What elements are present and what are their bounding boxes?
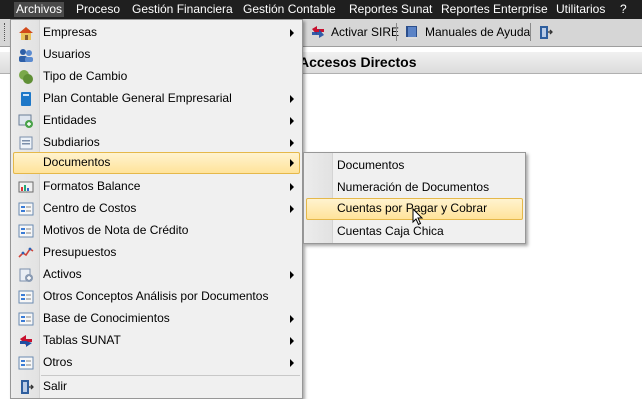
- menu-gestion-contable[interactable]: Gestión Contable: [241, 2, 338, 17]
- assets-icon: [19, 268, 33, 282]
- menu-item-centro-de-costos[interactable]: Centro de Costos: [13, 198, 300, 219]
- submenu-arrow-icon: [290, 183, 294, 191]
- currency-icon: [19, 70, 33, 84]
- submenu-arrow-icon: [290, 29, 294, 37]
- toolbar-separator: [530, 23, 531, 41]
- submenu-item-numeracion-documentos[interactable]: Numeración de Documentos: [306, 177, 523, 198]
- toolbar-grip[interactable]: [4, 23, 8, 41]
- activar-sire-button[interactable]: Activar SIRE: [310, 21, 399, 43]
- menu-item-otros[interactable]: Otros: [13, 352, 300, 373]
- submenu-arrow-icon: [290, 337, 294, 345]
- balance-icon: [18, 181, 34, 193]
- mouse-cursor-icon: [412, 208, 424, 226]
- submenu-arrow-icon: [290, 117, 294, 125]
- menu-archivos[interactable]: Archivos: [14, 2, 65, 17]
- menu-item-documentos[interactable]: Documentos: [13, 152, 300, 174]
- submenu-arrow-icon: [290, 139, 294, 147]
- door-exit-icon: [540, 25, 553, 39]
- form-icon: [18, 312, 34, 326]
- menu-item-formatos-balance[interactable]: Formatos Balance: [13, 176, 300, 197]
- menu-item-entidades[interactable]: Entidades: [13, 110, 300, 131]
- submenu-arrow-icon: [290, 95, 294, 103]
- menu-item-motivos-nota-credito[interactable]: Motivos de Nota de Crédito: [13, 220, 300, 241]
- archivos-menu: Empresas Usuarios Tipo de Cambio Plan Co…: [10, 19, 303, 399]
- submenu-arrow-icon: [290, 359, 294, 367]
- documentos-submenu: Documentos Numeración de Documentos Cuen…: [303, 152, 526, 244]
- submenu-arrow-icon: [290, 271, 294, 279]
- book-icon: [21, 92, 31, 106]
- submenu-arrow-icon: [290, 159, 294, 167]
- menu-item-salir[interactable]: Salir: [13, 376, 300, 397]
- menu-utilitarios[interactable]: Utilitarios: [554, 2, 607, 17]
- menu-item-usuarios[interactable]: Usuarios: [13, 44, 300, 65]
- sunat-icon: [20, 335, 32, 347]
- subdiary-icon: [19, 136, 33, 150]
- exit-toolbar-button[interactable]: [537, 21, 558, 43]
- submenu-arrow-icon: [290, 315, 294, 323]
- menu-item-plan-contable[interactable]: Plan Contable General Empresarial: [13, 88, 300, 109]
- menu-item-tipo-de-cambio[interactable]: Tipo de Cambio: [13, 66, 300, 87]
- menu-proceso[interactable]: Proceso: [74, 2, 122, 17]
- menu-item-empresas[interactable]: Empresas: [13, 22, 300, 43]
- form-icon: [18, 202, 34, 216]
- menu-item-base-conocimientos[interactable]: Base de Conocimientos: [13, 308, 300, 329]
- manuales-ayuda-button[interactable]: Manuales de Ayuda: [404, 21, 530, 43]
- exit-icon: [21, 380, 34, 394]
- submenu-arrow-icon: [290, 205, 294, 213]
- menu-reportes-enterprise[interactable]: Reportes Enterprise: [439, 2, 550, 17]
- entities-icon: [18, 114, 33, 128]
- submenu-item-documentos[interactable]: Documentos: [306, 155, 523, 176]
- chart-line-icon: [18, 247, 34, 258]
- menu-bar: Archivos Proceso Gestión Financiera Gest…: [0, 0, 642, 19]
- menu-help[interactable]: ?: [618, 2, 629, 17]
- toolbar-separator: [396, 23, 397, 41]
- menu-item-tablas-sunat[interactable]: Tablas SUNAT: [13, 330, 300, 351]
- menu-item-subdiarios[interactable]: Subdiarios: [13, 132, 300, 153]
- house-icon: [19, 27, 33, 40]
- sire-icon: [312, 25, 324, 38]
- menu-item-otros-conceptos[interactable]: Otros Conceptos Análisis por Documentos: [13, 286, 300, 307]
- users-icon: [19, 49, 33, 62]
- menu-reportes-sunat[interactable]: Reportes Sunat: [347, 2, 434, 17]
- menu-gestion-financiera[interactable]: Gestión Financiera: [130, 2, 235, 17]
- form-icon: [18, 224, 34, 238]
- form-icon: [18, 356, 34, 370]
- menu-item-presupuestos[interactable]: Presupuestos: [13, 242, 300, 263]
- manual-book-icon: [406, 25, 417, 39]
- menu-item-activos[interactable]: Activos: [13, 264, 300, 285]
- form-icon: [18, 290, 34, 304]
- panel-title: Accesos Directos: [299, 54, 417, 70]
